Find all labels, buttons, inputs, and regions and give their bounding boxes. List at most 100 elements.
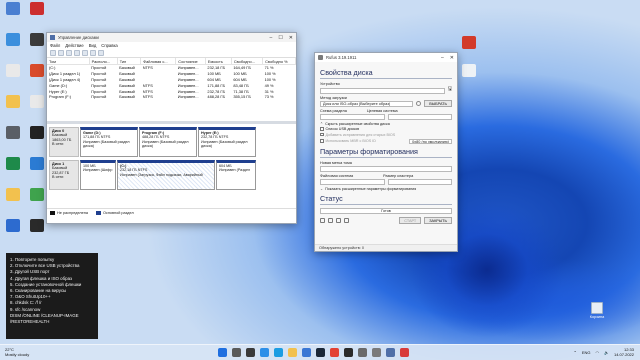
mbr-select[interactable]: 0x80 (по умолчанию) <box>409 139 452 144</box>
clock[interactable]: 12:33 14.07.2022 <box>614 347 634 357</box>
table-cell: Program (F:) <box>49 94 72 100</box>
mbr-bios-checkbox[interactable]: Использовать MBR с BIOS ID 0x80 (по умолч… <box>320 138 452 144</box>
back-icon[interactable] <box>50 50 56 56</box>
partition[interactable]: 100 МБ Исправен (Шифр <box>80 160 116 190</box>
show-advanced-format-toggle[interactable]: ⌄ Показать расширенные параметры форматир… <box>320 187 452 191</box>
fs-select[interactable] <box>320 179 385 185</box>
save-icon[interactable]: 🖫 <box>448 86 452 94</box>
settings-icon[interactable] <box>358 348 367 357</box>
rescan-icon[interactable] <box>98 50 104 56</box>
close-dialog-button[interactable]: ЗАКРЫТЬ <box>424 216 452 224</box>
hide-advanced-toggle[interactable]: ⌃ Скрыть расширенные свойства диска <box>320 122 452 126</box>
media-icon[interactable] <box>400 348 409 357</box>
minimize-button[interactable]: – <box>270 35 273 41</box>
chevron-up-icon[interactable]: ⌃ <box>573 350 576 355</box>
desktop-icon[interactable] <box>2 219 24 233</box>
desktop-icon[interactable] <box>26 33 48 47</box>
wifi-icon[interactable]: ◠ <box>595 350 599 355</box>
desktop-icon[interactable] <box>26 126 48 140</box>
terminal-icon[interactable] <box>344 348 353 357</box>
desktop-icon[interactable] <box>458 36 480 50</box>
steam-icon[interactable] <box>316 348 325 357</box>
menu-item[interactable]: Вид <box>89 43 97 48</box>
target-select[interactable] <box>387 114 452 120</box>
start-icon[interactable] <box>218 348 227 357</box>
disk-label[interactable]: Диск 1 Базовый 232,87 ГБ В сети <box>49 160 79 190</box>
desktop-icon[interactable] <box>2 33 24 47</box>
edge-icon[interactable] <box>274 348 283 357</box>
partition-status: Исправен (Базовый раздел диска) <box>83 139 130 148</box>
desktop-icon[interactable] <box>2 64 24 78</box>
log-icon[interactable] <box>344 217 349 223</box>
info-icon[interactable] <box>328 217 333 223</box>
desktop-icon[interactable] <box>2 126 24 140</box>
task-view-icon[interactable] <box>246 348 255 357</box>
close-button[interactable]: ✕ <box>450 55 454 61</box>
partition[interactable]: Program (F:) 488,28 ГБ NTFS Исправен (Базо… <box>139 127 197 157</box>
desktop-icon-glyph <box>30 219 44 232</box>
globe-icon[interactable] <box>320 217 325 223</box>
start-button[interactable]: СТАРТ <box>399 216 422 224</box>
minimize-button[interactable]: – <box>441 55 444 61</box>
forward-icon[interactable] <box>58 50 64 56</box>
rufus-window[interactable]: Rufus 3.19.1911 – ✕ Свойства диска Устро… <box>314 52 458 252</box>
check-icon[interactable] <box>416 101 422 106</box>
desktop-icon[interactable] <box>2 95 24 109</box>
disk-management-titlebar[interactable]: Управление дисками – ☐ ✕ <box>47 33 296 42</box>
desktop-icon[interactable] <box>458 64 480 78</box>
desktop-icon-glyph <box>462 36 476 49</box>
disk-label[interactable]: Диск 0 Базовый 1863,00 ГБ В сети <box>49 127 79 157</box>
desktop-icon[interactable] <box>26 188 48 202</box>
desktop-icon[interactable] <box>2 2 24 16</box>
cluster-select[interactable] <box>387 179 452 185</box>
partition[interactable]: Game (D:) 171,88 ГБ NTFS Исправен (Базовый… <box>80 127 138 157</box>
properties-icon[interactable] <box>82 50 88 56</box>
partition[interactable]: 604 МБ Исправен (Раздел <box>216 160 256 190</box>
list-usb-checkbox[interactable]: Список USB дисков <box>320 127 452 131</box>
list-view-icon[interactable] <box>66 50 72 56</box>
menu-item[interactable]: Действие <box>65 43 83 48</box>
volume-icon[interactable]: 🔈 <box>604 350 609 355</box>
recycle-bin[interactable]: Корзина <box>587 302 607 319</box>
disk-row: Диск 1 Базовый 232,87 ГБ В сети 100 МБ Исправ… <box>49 160 294 190</box>
chrome-icon[interactable] <box>330 348 339 357</box>
desktop-icon[interactable] <box>26 2 48 16</box>
desktop-icon[interactable] <box>2 188 24 202</box>
close-button[interactable]: ✕ <box>289 35 293 41</box>
legend-swatch <box>95 210 101 215</box>
menu-item[interactable]: Файл <box>50 43 60 48</box>
refresh-icon[interactable] <box>90 50 96 56</box>
desktop-icon-glyph <box>30 64 44 77</box>
partition[interactable]: (C:) 232,18 ГБ NTFS Исправен (Загрузка, Фа… <box>117 160 215 190</box>
desktop-icon[interactable] <box>26 95 48 109</box>
boot-select[interactable]: Диск или ISO-образ (Выберите образ) <box>320 101 414 107</box>
cluster-label: Размер кластера <box>383 174 414 178</box>
help-icon[interactable] <box>74 50 80 56</box>
rufus-titlebar[interactable]: Rufus 3.19.1911 – ✕ <box>315 53 457 62</box>
explorer-icon[interactable] <box>288 348 297 357</box>
fix-bios-checkbox[interactable]: Добавить исправления для старых BIOS <box>320 133 452 137</box>
search-icon[interactable] <box>232 348 241 357</box>
widgets-icon[interactable] <box>260 348 269 357</box>
partition[interactable]: Hyper (E:) 232,78 ГБ NTFS Исправен (Базовы… <box>198 127 256 157</box>
desktop-icon[interactable] <box>26 219 48 233</box>
menu-item[interactable]: Справка <box>101 43 117 48</box>
legend-item: Основной раздел <box>95 210 134 215</box>
partition-select[interactable] <box>320 114 385 120</box>
language-indicator[interactable]: ENG <box>582 350 591 355</box>
progress-bar: Готов <box>320 207 452 214</box>
device-select[interactable] <box>320 87 445 94</box>
disk-management-window[interactable]: Управление дисками – ☐ ✕ Файл Действие Вид… <box>46 32 297 224</box>
rufus-icon[interactable] <box>372 348 381 357</box>
desktop-icon[interactable] <box>26 64 48 78</box>
weather-widget[interactable]: 22°C Mostly cloudy <box>5 347 29 357</box>
store-icon[interactable] <box>302 348 311 357</box>
select-button[interactable]: ВЫБРАТЬ <box>424 100 452 107</box>
maximize-button[interactable]: ☐ <box>278 35 282 41</box>
toolbar <box>47 49 296 58</box>
settings-icon[interactable] <box>336 217 341 223</box>
desktop-icon[interactable] <box>26 157 48 171</box>
desktop-icon[interactable] <box>2 157 24 171</box>
table-row[interactable]: Program (F:) Простой Базовый NTFS Исправен..… <box>47 94 296 100</box>
disk-icon[interactable] <box>386 348 395 357</box>
